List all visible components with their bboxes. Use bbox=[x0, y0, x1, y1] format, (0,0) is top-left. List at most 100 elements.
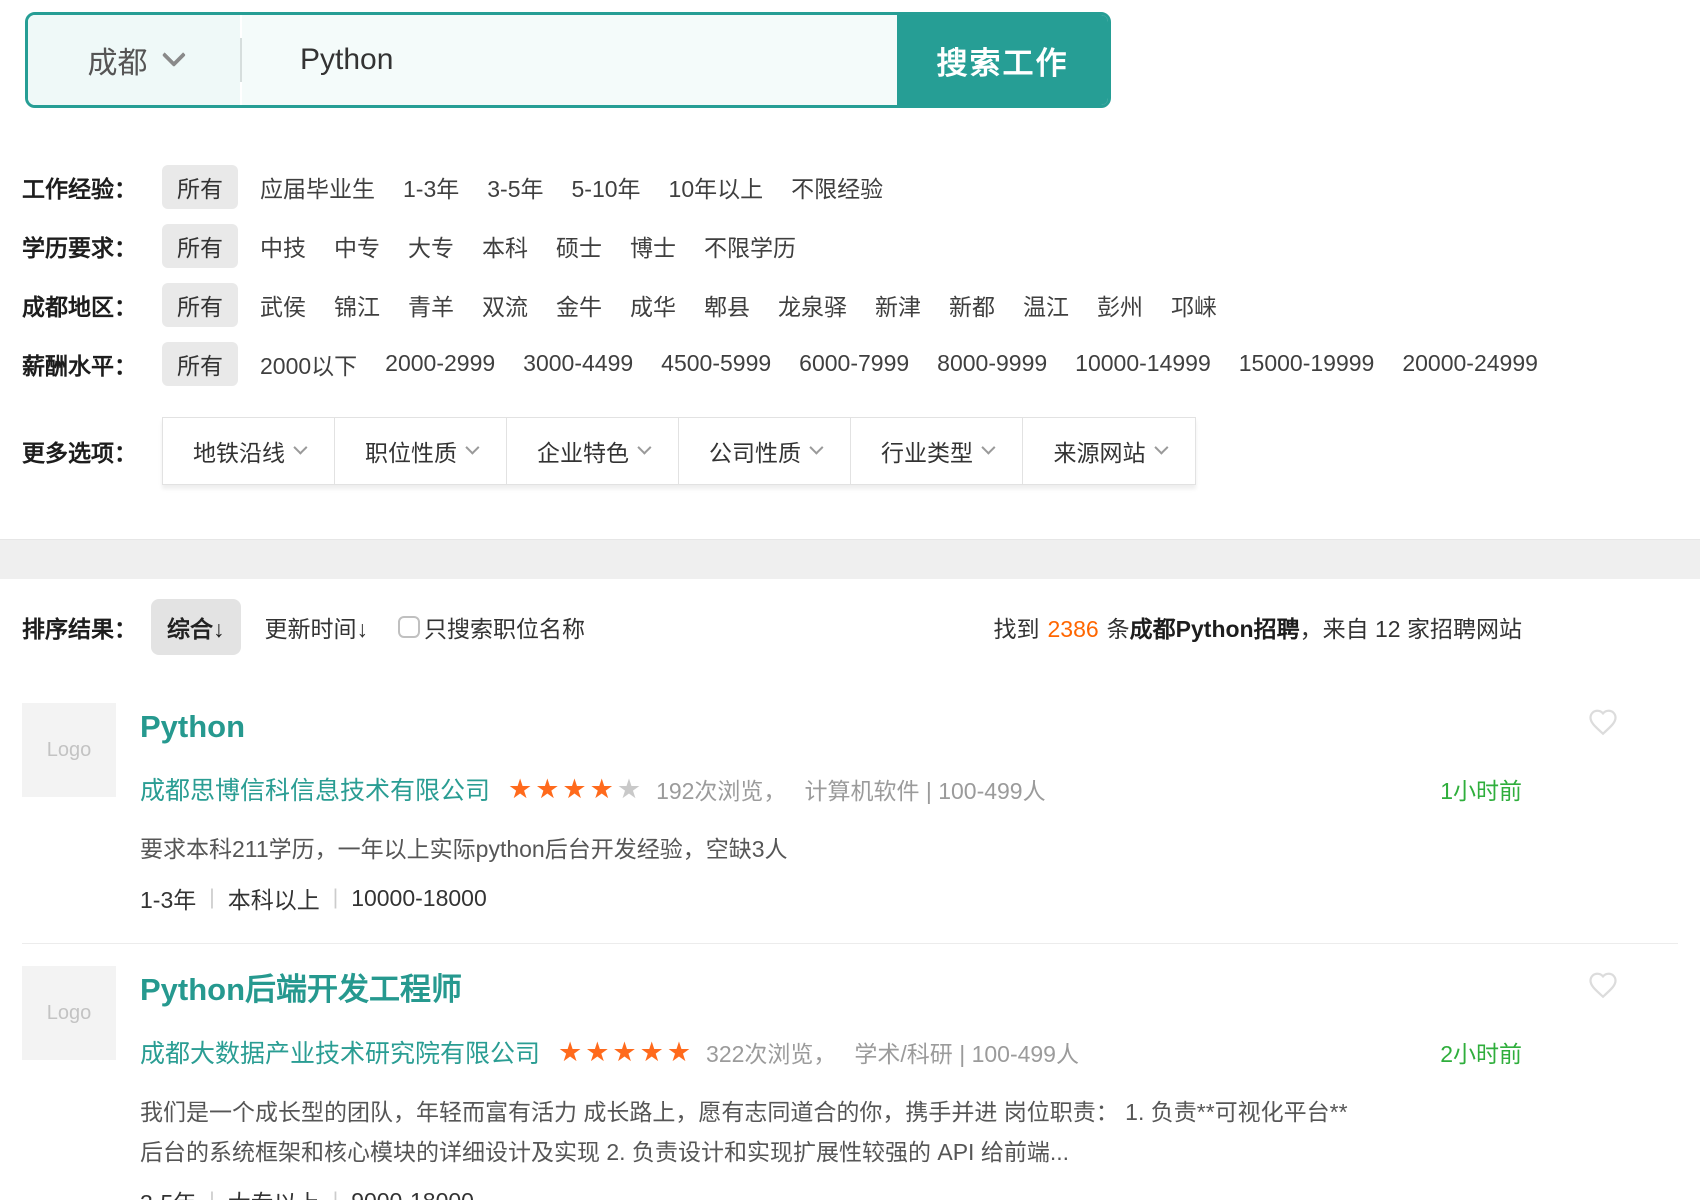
chevron-down-icon bbox=[981, 441, 995, 455]
filter-option[interactable]: 彭州 bbox=[1097, 288, 1143, 322]
filter-option[interactable]: 龙泉驿 bbox=[778, 288, 847, 322]
job-description-line: 后台的系统框架和核心模块的详细设计及实现 2. 负责设计和实现扩展性较强的 AP… bbox=[140, 1132, 1522, 1172]
view-count: 322次浏览， bbox=[706, 1035, 836, 1069]
filter-option[interactable]: 不限学历 bbox=[704, 229, 796, 263]
education-requirement: 本科以上 bbox=[228, 881, 320, 915]
filter-option[interactable]: 2000以下 bbox=[260, 347, 357, 381]
filter-dropdown[interactable]: 公司性质 bbox=[679, 418, 851, 484]
rating-stars-icon: ★★★★★ bbox=[508, 776, 644, 803]
industry-and-size: 学术/科研 | 100-499人 bbox=[854, 1035, 1079, 1069]
filter-dropdown-label: 职位性质 bbox=[365, 434, 457, 468]
separator: | bbox=[333, 886, 338, 910]
salary-range: 10000-18000 bbox=[351, 885, 487, 912]
filter-option[interactable]: 双流 bbox=[482, 288, 528, 322]
filter-option[interactable]: 大专 bbox=[408, 229, 454, 263]
filter-option[interactable]: 10000-14999 bbox=[1075, 350, 1211, 377]
filter-dropdown[interactable]: 职位性质 bbox=[335, 418, 507, 484]
job-description-line: 我们是一个成长型的团队，年轻而富有活力 成长路上，愿有志同道合的你，携手并进 岗… bbox=[140, 1092, 1522, 1132]
filter-option[interactable]: 锦江 bbox=[334, 288, 380, 322]
separator: | bbox=[333, 1189, 338, 1200]
filter-option[interactable]: 3-5年 bbox=[487, 170, 543, 204]
filter-option[interactable]: 5-10年 bbox=[572, 170, 641, 204]
result-unit: 条 bbox=[1107, 616, 1130, 642]
filter-option[interactable]: 青羊 bbox=[408, 288, 454, 322]
filter-row-education: 学历要求： 所有中技中专大专本科硕士博士不限学历 bbox=[22, 216, 1700, 275]
filter-option[interactable]: 15000-19999 bbox=[1239, 350, 1375, 377]
filter-option[interactable]: 新津 bbox=[875, 288, 921, 322]
sort-comprehensive-button[interactable]: 综合↓ bbox=[151, 599, 241, 655]
favorite-heart-icon[interactable] bbox=[1588, 707, 1618, 737]
filter-option[interactable]: 硕士 bbox=[556, 229, 602, 263]
filter-dropdown-label: 来源网站 bbox=[1054, 434, 1146, 468]
job-meta-row: 1-3年 | 本科以上 | 10000-18000 bbox=[140, 881, 1522, 915]
company-name-link[interactable]: 成都思博信科信息技术有限公司 bbox=[140, 771, 490, 807]
industry-and-size: 计算机软件 | 100-499人 bbox=[804, 772, 1045, 806]
filter-label: 成都地区： bbox=[22, 288, 162, 322]
filter-dropdown[interactable]: 行业类型 bbox=[851, 418, 1023, 484]
section-divider-band bbox=[0, 539, 1700, 579]
filter-options-district: 所有武侯锦江青羊双流金牛成华郫县龙泉驿新津新都温江彭州邛崃 bbox=[162, 283, 1245, 327]
filter-dropdown-label: 公司性质 bbox=[709, 434, 801, 468]
filter-dropdown[interactable]: 企业特色 bbox=[507, 418, 679, 484]
job-title-link[interactable]: Python后端开发工程师 bbox=[140, 972, 1522, 1008]
job-meta-row: 3-5年 | 大专以上 | 9000-18000 bbox=[140, 1184, 1522, 1200]
chevron-down-icon bbox=[293, 441, 307, 455]
filter-option[interactable]: 应届毕业生 bbox=[260, 170, 375, 204]
filter-option[interactable]: 10年以上 bbox=[669, 170, 764, 204]
filter-option[interactable]: 所有 bbox=[162, 224, 238, 268]
filter-option[interactable]: 2000-2999 bbox=[385, 350, 495, 377]
company-row: 成都思博信科信息技术有限公司 ★★★★★ 192次浏览， 计算机软件 | 100… bbox=[140, 771, 1522, 807]
filter-dropdown[interactable]: 来源网站 bbox=[1023, 418, 1195, 484]
filter-option[interactable]: 温江 bbox=[1023, 288, 1069, 322]
job-title-link[interactable]: Python bbox=[140, 709, 1522, 745]
title-only-checkbox[interactable] bbox=[398, 616, 420, 638]
city-select[interactable]: 成都 bbox=[28, 15, 240, 105]
filter-option[interactable]: 成华 bbox=[630, 288, 676, 322]
job-description: 我们是一个成长型的团队，年轻而富有活力 成长路上，愿有志同道合的你，携手并进 岗… bbox=[140, 1092, 1522, 1172]
job-card[interactable]: Logo Python 成都思博信科信息技术有限公司 ★★★★★ 192次浏览，… bbox=[140, 709, 1522, 944]
sort-by-update-time-button[interactable]: 更新时间↓ bbox=[265, 610, 369, 644]
experience-requirement: 1-3年 bbox=[140, 881, 196, 915]
result-prefix: 找到 bbox=[994, 616, 1040, 642]
posted-time: 1小时前 bbox=[1440, 772, 1522, 806]
filter-dropdown-label: 行业类型 bbox=[881, 434, 973, 468]
filter-option[interactable]: 中专 bbox=[334, 229, 380, 263]
filter-option[interactable]: 6000-7999 bbox=[799, 350, 909, 377]
filter-row-district: 成都地区： 所有武侯锦江青羊双流金牛成华郫县龙泉驿新津新都温江彭州邛崃 bbox=[22, 275, 1700, 334]
company-row: 成都大数据产业技术研究院有限公司 ★★★★★ 322次浏览， 学术/科研 | 1… bbox=[140, 1034, 1522, 1070]
separator: | bbox=[209, 1189, 214, 1200]
filter-option[interactable]: 武侯 bbox=[260, 288, 306, 322]
filter-option[interactable]: 3000-4499 bbox=[523, 350, 633, 377]
filter-option[interactable]: 1-3年 bbox=[403, 170, 459, 204]
filter-dropdown-label: 企业特色 bbox=[537, 434, 629, 468]
job-card[interactable]: Logo Python后端开发工程师 成都大数据产业技术研究院有限公司 ★★★★… bbox=[140, 972, 1522, 1200]
more-options-dropdowns: 地铁沿线 职位性质 企业特色 公司性质 行业类型 来源网站 bbox=[162, 417, 1196, 485]
filter-option[interactable]: 所有 bbox=[162, 283, 238, 327]
sort-bar: 排序结果： 综合↓ 更新时间↓ 只搜索职位名称 找到2386条成都Python招… bbox=[22, 599, 1522, 655]
city-select-value: 成都 bbox=[88, 38, 148, 82]
filter-option[interactable]: 20000-24999 bbox=[1402, 350, 1538, 377]
filter-option[interactable]: 中技 bbox=[260, 229, 306, 263]
company-logo-placeholder: Logo bbox=[22, 703, 116, 797]
filter-option[interactable]: 所有 bbox=[162, 342, 238, 386]
filter-option[interactable]: 所有 bbox=[162, 165, 238, 209]
filter-option[interactable]: 新都 bbox=[949, 288, 995, 322]
filter-option[interactable]: 郫县 bbox=[704, 288, 750, 322]
filter-dropdown[interactable]: 地铁沿线 bbox=[163, 418, 335, 484]
filter-row-more-options: 更多选项： 地铁沿线 职位性质 企业特色 公司性质 行业类型 来源网站 bbox=[22, 417, 1700, 485]
sort-label: 排序结果： bbox=[22, 610, 137, 644]
experience-requirement: 3-5年 bbox=[140, 1184, 196, 1200]
filter-option[interactable]: 不限经验 bbox=[791, 170, 883, 204]
search-button[interactable]: 搜索工作 bbox=[897, 15, 1108, 105]
search-input[interactable] bbox=[242, 15, 897, 105]
education-requirement: 大专以上 bbox=[228, 1184, 320, 1200]
job-description: 要求本科211学历，一年以上实际python后台开发经验，空缺3人 bbox=[140, 829, 1522, 869]
company-name-link[interactable]: 成都大数据产业技术研究院有限公司 bbox=[140, 1034, 540, 1070]
filter-option[interactable]: 博士 bbox=[630, 229, 676, 263]
filter-option[interactable]: 4500-5999 bbox=[661, 350, 771, 377]
filter-option[interactable]: 金牛 bbox=[556, 288, 602, 322]
filter-option[interactable]: 邛崃 bbox=[1171, 288, 1217, 322]
filter-option[interactable]: 8000-9999 bbox=[937, 350, 1047, 377]
favorite-heart-icon[interactable] bbox=[1588, 970, 1618, 1000]
filter-option[interactable]: 本科 bbox=[482, 229, 528, 263]
